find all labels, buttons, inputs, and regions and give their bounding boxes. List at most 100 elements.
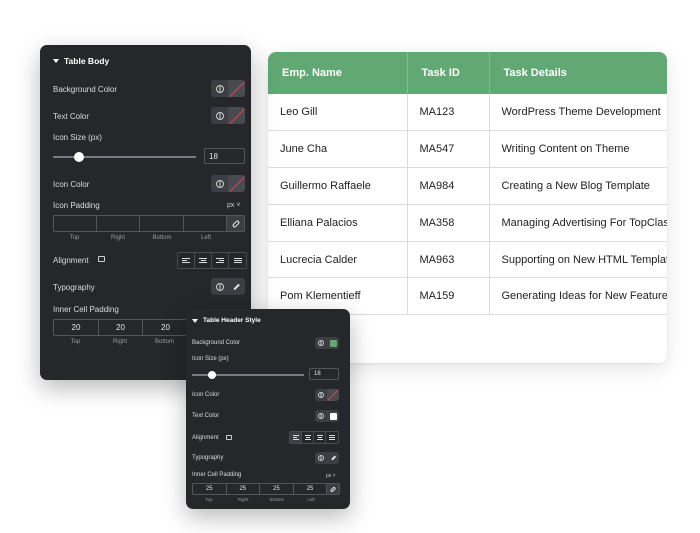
globe-icon (318, 392, 324, 398)
table-row: Lucrecia Calder MA963 Supporting on New … (268, 241, 667, 279)
section-title: Table Header Style (203, 317, 261, 324)
link-values-button[interactable] (327, 484, 340, 494)
icon-color-swatch[interactable] (228, 175, 245, 192)
align-right-button[interactable] (314, 432, 326, 443)
background-color-swatch[interactable] (228, 80, 245, 97)
icon-color-label: Icon Color (192, 392, 220, 398)
padding-bottom-input[interactable]: 20 (143, 320, 188, 335)
desktop-icon[interactable] (226, 435, 232, 440)
edit-typography-button[interactable] (228, 278, 245, 295)
globe-icon (215, 111, 224, 120)
padding-bottom-input[interactable]: 25 (260, 484, 294, 494)
padding-bottom-input[interactable] (140, 216, 184, 231)
cell-task-id: MA984 (407, 167, 490, 205)
side-label-left: Left (307, 497, 315, 502)
padding-right-input[interactable] (97, 216, 141, 231)
align-justify-button[interactable] (326, 432, 338, 443)
caret-down-icon (53, 59, 59, 63)
padding-top-input[interactable]: 20 (54, 320, 99, 335)
icon-padding-inputs (53, 215, 245, 232)
slider-handle[interactable] (73, 152, 84, 162)
cell-task-details: Creating a New Blog Template (489, 167, 667, 205)
table-header-row: Emp. Name Task ID Task Details (268, 52, 667, 94)
unit-selector[interactable]: px ˅ (227, 202, 240, 209)
inner-cell-padding-inputs: 25 25 25 25 (192, 483, 340, 495)
cell-emp-name: Lucrecia Calder (268, 241, 408, 279)
globe-icon (215, 282, 224, 291)
globe-icon (318, 413, 324, 419)
desktop-icon[interactable] (98, 256, 105, 262)
column-header-emp-name[interactable]: Emp. Name (268, 52, 408, 94)
cell-task-details: Managing Advertising For TopClass (489, 204, 667, 242)
background-color-swatch[interactable] (327, 337, 339, 349)
padding-right-input[interactable]: 25 (227, 484, 261, 494)
global-colors-button[interactable] (211, 175, 228, 192)
padding-side-labels: Top Right Bottom Left (192, 497, 328, 502)
global-colors-button[interactable] (315, 410, 327, 422)
cell-task-details: WordPress Theme Development (489, 94, 667, 132)
globe-icon (318, 340, 324, 346)
global-colors-button[interactable] (211, 80, 228, 97)
icon-size-input[interactable]: 18 (204, 148, 245, 164)
slider-handle[interactable] (208, 371, 217, 379)
global-colors-button[interactable] (211, 107, 228, 124)
text-color-label: Text Color (53, 112, 90, 121)
text-color-swatch[interactable] (327, 410, 339, 422)
inner-padding-side-labels: Top Right Bottom (53, 339, 188, 345)
table-row: June Cha MA547 Writing Content on Theme (268, 130, 667, 169)
icon-size-slider[interactable] (53, 152, 196, 162)
inner-cell-padding-label: Inner Cell Padding (53, 305, 119, 314)
background-color-control (315, 337, 339, 349)
text-color-swatch[interactable] (228, 107, 245, 124)
link-icon (329, 485, 337, 493)
side-label-right: Right (237, 497, 249, 502)
global-colors-button[interactable] (315, 389, 327, 401)
cell-emp-name: Leo Gill (268, 94, 408, 132)
global-fonts-button[interactable] (315, 452, 327, 464)
icon-color-control (211, 175, 245, 192)
side-label-right: Right (110, 235, 125, 241)
cell-task-id: MA358 (407, 204, 490, 242)
color-fill (329, 339, 337, 347)
column-header-task-details[interactable]: Task Details (489, 52, 667, 94)
typography-control (315, 452, 339, 464)
table-body-section-toggle[interactable]: Table Body (53, 56, 109, 66)
padding-right-input[interactable]: 20 (99, 320, 143, 335)
icon-color-swatch[interactable] (327, 389, 339, 401)
padding-top-input[interactable] (54, 216, 97, 231)
cell-emp-name: June Cha (268, 130, 408, 169)
section-title: Table Body (64, 56, 110, 66)
cell-task-id: MA123 (407, 94, 490, 132)
icon-size-input[interactable]: 18 (309, 368, 339, 380)
alignment-control (177, 252, 247, 269)
alignment-label: Alignment (53, 256, 89, 265)
cell-task-id: MA547 (407, 130, 490, 169)
padding-top-input[interactable]: 25 (193, 484, 227, 494)
edit-typography-button[interactable] (327, 452, 339, 464)
padding-left-input[interactable]: 25 (294, 484, 328, 494)
table-header-style-section-toggle[interactable]: Table Header Style (192, 317, 261, 324)
table-header-style-panel: Table Header Style Background Color Icon… (186, 309, 350, 509)
alignment-label: Alignment (192, 435, 219, 441)
side-label-bottom: Bottom (154, 339, 174, 345)
side-label-left: Left (200, 235, 211, 241)
align-center-button[interactable] (195, 253, 212, 268)
pencil-icon (233, 283, 240, 290)
global-colors-button[interactable] (315, 337, 327, 349)
column-header-task-id[interactable]: Task ID (407, 52, 490, 94)
align-left-button[interactable] (178, 253, 195, 268)
side-label-top: Top (205, 497, 213, 502)
unit-selector[interactable]: px ˅ (326, 473, 336, 479)
icon-size-slider[interactable] (192, 371, 304, 379)
alignment-control (289, 431, 339, 444)
align-justify-button[interactable] (229, 253, 246, 268)
padding-left-input[interactable] (184, 216, 228, 231)
align-left-button[interactable] (290, 432, 302, 443)
align-right-button[interactable] (212, 253, 229, 268)
align-center-button[interactable] (302, 432, 314, 443)
global-fonts-button[interactable] (211, 278, 228, 295)
icon-size-label: Icon Size (px) (192, 356, 229, 362)
icon-size-label: Icon Size (px) (53, 133, 102, 142)
table-row: Guillermo Raffaele MA984 Creating a New … (268, 167, 667, 205)
link-values-button[interactable] (227, 216, 244, 231)
